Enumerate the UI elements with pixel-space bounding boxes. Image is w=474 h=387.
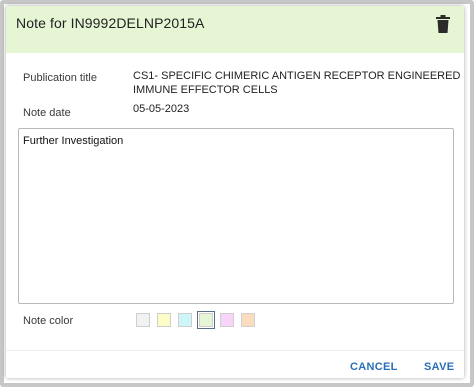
save-button[interactable]: SAVE [424, 361, 454, 373]
swatch-pink[interactable] [220, 313, 234, 327]
note-color-label: Note color [23, 315, 74, 327]
publication-title-line-1: CS1- SPECIFIC CHIMERIC ANTIGEN RECEPTOR … [133, 70, 461, 82]
publication-title-line-2: IMMUNE EFFECTOR CELLS [133, 84, 278, 96]
note-date-label: Note date [23, 107, 71, 119]
swatch-green[interactable] [197, 311, 215, 329]
swatch-yellow[interactable] [157, 313, 171, 327]
dialog-header: Note for IN9992DELNP2015A [6, 6, 464, 53]
note-dialog: Note for IN9992DELNP2015A Publication ti… [6, 6, 464, 378]
footer-divider [6, 350, 464, 351]
publication-title-label: Publication title [23, 72, 97, 84]
swatch-cyan[interactable] [178, 313, 192, 327]
dialog-title: Note for IN9992DELNP2015A [16, 15, 205, 31]
trash-icon[interactable] [436, 15, 450, 33]
publication-title-value: CS1- SPECIFIC CHIMERIC ANTIGEN RECEPTOR … [133, 69, 460, 97]
note-date-value: 05-05-2023 [133, 103, 190, 115]
swatch-grey[interactable] [136, 313, 150, 327]
swatch-orange[interactable] [241, 313, 255, 327]
cancel-button[interactable]: CANCEL [350, 361, 398, 373]
note-textarea[interactable]: Further Investigation [18, 128, 454, 304]
